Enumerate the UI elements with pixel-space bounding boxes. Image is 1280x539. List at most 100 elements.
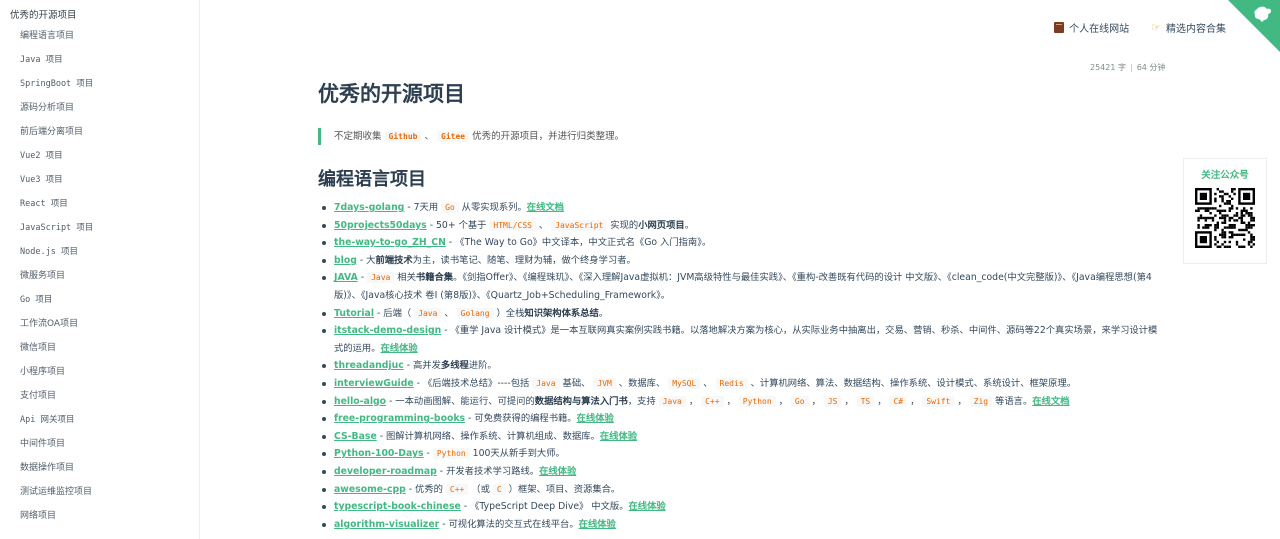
item-text: ， xyxy=(954,395,970,407)
item-text: ， xyxy=(685,395,702,407)
sidebar-item-network[interactable]: 网络项目 xyxy=(0,504,199,528)
sidebar-item-open-source[interactable]: 优秀的开源项目 xyxy=(0,0,199,24)
online-link[interactable]: 在线体验 xyxy=(577,413,614,424)
project-link[interactable]: itstack-demo-design xyxy=(334,325,441,336)
sidebar-item-vue2[interactable]: Vue2 项目 xyxy=(0,144,199,168)
inline-code: Java xyxy=(367,272,395,284)
bold-text: 多线程 xyxy=(440,360,469,372)
project-link[interactable]: the-way-to-go_ZH_CN xyxy=(334,237,446,248)
item-text: 。 xyxy=(598,307,609,319)
list-item: Tutorial - 后端（ Java 、 Golang ）全栈知识架构体系总结… xyxy=(318,305,1158,323)
sidebar-item-devops[interactable]: 测试运维监控项目 xyxy=(0,480,199,504)
sidebar-item-frontback[interactable]: 前后端分离项目 xyxy=(0,120,199,144)
quote-code-gitee: Gitee xyxy=(437,131,470,142)
list-item: 50projects50days - 50+ 个基于 HTML/CSS 、 Ja… xyxy=(318,217,1158,235)
sidebar-item-miniprogram[interactable]: 小程序项目 xyxy=(0,360,199,384)
project-link[interactable]: CS-Base xyxy=(334,431,377,442)
online-link[interactable]: 在线体验 xyxy=(629,501,666,512)
item-text: ， xyxy=(775,395,791,407)
project-link[interactable]: free-programming-books xyxy=(334,413,465,424)
nav-personal-site-label: 个人在线网站 xyxy=(1069,24,1130,35)
item-text: （或 xyxy=(468,483,493,495)
inline-code: C# xyxy=(889,395,908,407)
nav-featured[interactable]: ☞ 精选内容合集 xyxy=(1151,20,1226,35)
sidebar-item-microservice[interactable]: 微服务项目 xyxy=(0,264,199,288)
item-text: 。《剑指Offer》、《编程珠玑》、《深入理解Java虚拟机：JVM高级特性与最… xyxy=(334,272,1152,301)
online-link[interactable]: 在线体验 xyxy=(539,466,576,477)
nav-featured-label: 精选内容合集 xyxy=(1166,24,1226,35)
inline-code: Python xyxy=(738,395,776,407)
item-text: - 后端（ xyxy=(374,307,415,319)
project-link[interactable]: interviewGuide xyxy=(334,378,414,389)
inline-code: Redis xyxy=(715,377,748,389)
project-link[interactable]: Python-100-Days xyxy=(334,448,424,459)
project-link[interactable]: awesome-cpp xyxy=(334,484,406,495)
online-link[interactable]: 在线体验 xyxy=(600,431,637,442)
online-link[interactable]: 在线文档 xyxy=(527,202,564,213)
project-link[interactable]: 50projects50days xyxy=(334,220,427,231)
quote-sep: 、 xyxy=(424,131,434,142)
sidebar-item-data[interactable]: 数据操作项目 xyxy=(0,456,199,480)
sidebar-item-javascript[interactable]: JavaScript 项目 xyxy=(0,216,199,240)
quote-code-github: Github xyxy=(384,131,422,142)
sidebar-item-react[interactable]: React 项目 xyxy=(0,192,199,216)
inline-code: Zig xyxy=(969,395,993,407)
item-text: - 一本动画图解、能运行、可提问的 xyxy=(386,395,535,407)
list-item: threadandjuc - 高并发多线程进阶。 xyxy=(318,357,1158,375)
sidebar-item-payment[interactable]: 支付项目 xyxy=(0,384,199,408)
pointing-hand-icon: ☞ xyxy=(1151,21,1161,34)
project-link[interactable]: threadandjuc xyxy=(334,360,404,371)
inline-code: MySQL xyxy=(668,377,701,389)
project-link[interactable]: 7days-golang xyxy=(334,202,404,213)
sidebar-item-middleware[interactable]: 中间件项目 xyxy=(0,432,199,456)
item-text: - 《后端技术总结》----包括 xyxy=(413,377,533,389)
qr-code-icon xyxy=(1195,188,1255,248)
inline-code: TS xyxy=(856,395,875,407)
sidebar-item-nodejs[interactable]: Node.js 项目 xyxy=(0,240,199,264)
project-link[interactable]: JAVA xyxy=(334,272,358,283)
item-text: - xyxy=(423,448,433,460)
item-text: - 《重学 Java 设计模式》是一本互联网真实案例实践书籍。以落地解决方案为核… xyxy=(334,325,1158,354)
sidebar-item-workflow[interactable]: 工作流OA项目 xyxy=(0,312,199,336)
project-link[interactable]: typescript-book-chinese xyxy=(334,501,461,512)
sidebar-item-source[interactable]: 源码分析项目 xyxy=(0,96,199,120)
item-text: - 开发者技术学习路线。 xyxy=(436,465,540,477)
sidebar-item-java[interactable]: Java 项目 xyxy=(0,48,199,72)
sidebar-item-vue3[interactable]: Vue3 项目 xyxy=(0,168,199,192)
wechat-follow-title: 关注公众号 xyxy=(1201,170,1249,181)
inline-code: JVM xyxy=(593,377,616,389)
list-item: interviewGuide - 《后端技术总结》----包括 Java 基础、… xyxy=(318,375,1158,393)
list-item: JAVA - Java 相关书籍合集。《剑指Offer》、《编程珠玑》、《深入理… xyxy=(318,269,1158,304)
project-link[interactable]: hello-algo xyxy=(334,396,386,407)
sidebar-item-api-gateway[interactable]: Api 网关项目 xyxy=(0,408,199,432)
inline-code: C++ xyxy=(701,395,724,407)
item-text: - 7天用 xyxy=(404,202,442,213)
quote-text-before: 不定期收集 xyxy=(334,131,382,142)
sidebar-item-wechat[interactable]: 微信项目 xyxy=(0,336,199,360)
item-text: 等语言。 xyxy=(992,395,1033,407)
word-count-separator: | xyxy=(1130,63,1133,72)
project-link[interactable]: blog xyxy=(334,255,357,266)
online-link[interactable]: 在线文档 xyxy=(1032,396,1069,407)
list-item: developer-roadmap - 开发者技术学习路线。在线体验 xyxy=(318,463,1158,481)
main-content: 优秀的开源项目 不定期收集 Github 、 Gitee 优秀的开源项目，并进行… xyxy=(318,80,1158,533)
project-link[interactable]: algorithm-visualizer xyxy=(334,519,439,530)
project-link[interactable]: Tutorial xyxy=(334,308,374,319)
list-item: itstack-demo-design - 《重学 Java 设计模式》是一本互… xyxy=(318,322,1158,357)
nav-personal-site[interactable]: 个人在线网站 xyxy=(1054,20,1129,35)
item-text: 实现的 xyxy=(607,219,639,231)
bold-text: 前端技术 xyxy=(375,254,413,266)
inline-code: JavaScript xyxy=(551,219,608,231)
item-text: ）框架、项目、资源集合。 xyxy=(505,483,621,495)
online-link[interactable]: 在线体验 xyxy=(579,519,616,530)
item-text: 从零实现系列。 xyxy=(458,202,527,213)
project-link[interactable]: developer-roadmap xyxy=(334,466,437,477)
sidebar-item-lang[interactable]: 编程语言项目 xyxy=(0,24,199,48)
sidebar-item-go[interactable]: Go 项目 xyxy=(0,288,199,312)
github-corner-icon[interactable] xyxy=(1228,0,1280,52)
list-item: typescript-book-chinese - 《TypeScript De… xyxy=(318,498,1158,516)
sidebar-item-springboot[interactable]: SpringBoot 项目 xyxy=(0,72,199,96)
online-link[interactable]: 在线体验 xyxy=(381,343,418,354)
wechat-follow-box: 关注公众号 xyxy=(1183,158,1267,264)
word-count: 25421 字 | 64 分钟 xyxy=(1090,62,1165,73)
